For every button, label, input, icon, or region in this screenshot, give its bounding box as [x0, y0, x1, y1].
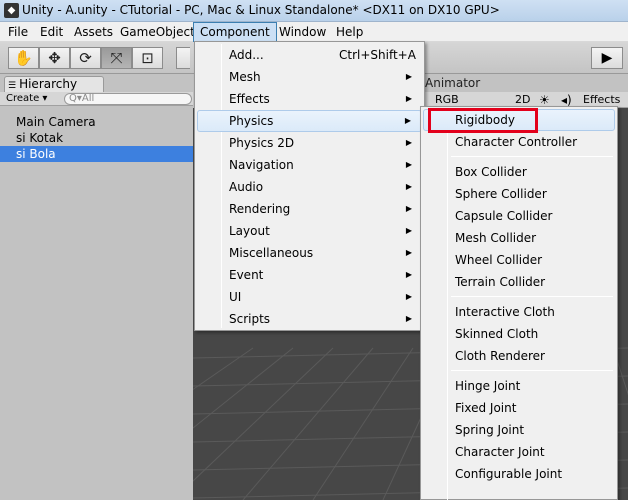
menu-item-sphere-collider[interactable]: Sphere Collider — [423, 183, 615, 205]
grid-line — [242, 347, 374, 500]
menu-item-add[interactable]: Add... Ctrl+Shift+A — [197, 44, 422, 66]
grid-line — [193, 347, 294, 429]
physics-submenu: Rigidbody Character Controller Box Collide… — [420, 106, 618, 500]
rotate-icon: ⟳ — [79, 49, 92, 67]
chevron-right-icon: ▶ — [405, 248, 412, 257]
menu-item-ui[interactable]: UI ▶ — [197, 286, 422, 308]
unity-logo-icon: ◆ — [4, 3, 19, 18]
move-icon: ✥ — [48, 49, 61, 67]
list-icon: ☰ — [8, 81, 17, 91]
menu-item-character-controller[interactable]: Character Controller — [423, 131, 615, 153]
play-button[interactable]: ▶ — [591, 47, 623, 69]
chevron-right-icon: ▶ — [405, 160, 412, 169]
chevron-right-icon: ▶ — [404, 116, 411, 125]
menu-item-mesh-collider[interactable]: Mesh Collider — [423, 227, 615, 249]
tool-button-1[interactable]: ✋ — [8, 47, 39, 69]
menu-item-label: Rendering — [229, 202, 291, 216]
menu-item-skinned-cloth[interactable]: Skinned Cloth — [423, 323, 615, 345]
menu-item-capsule-collider[interactable]: Capsule Collider — [423, 205, 615, 227]
menu-item-label: Effects — [229, 92, 270, 106]
menu-item-audio[interactable]: Audio ▶ — [197, 176, 422, 198]
menu-item-label: Audio — [229, 180, 264, 194]
menu-separator — [451, 156, 613, 157]
menu-item-spring-joint[interactable]: Spring Joint — [423, 419, 615, 441]
chevron-right-icon: ▶ — [405, 270, 412, 279]
menu-item-label: UI — [229, 290, 242, 304]
menu-item-shortcut: Ctrl+Shift+A — [339, 48, 416, 62]
menu-item-label: Add... — [229, 48, 264, 62]
menu-item-label: Navigation — [229, 158, 294, 172]
tab-hierarchy-label: Hierarchy — [19, 77, 78, 91]
chevron-right-icon: ▶ — [405, 204, 412, 213]
menu-item-rendering[interactable]: Rendering ▶ — [197, 198, 422, 220]
menu-item-label: Layout — [229, 224, 270, 238]
menu-item-label: Mesh — [229, 70, 261, 84]
menu-item-miscellaneous[interactable]: Miscellaneous ▶ — [197, 242, 422, 264]
hierarchy-item[interactable]: si Bola — [0, 146, 193, 162]
menu-item-mesh[interactable]: Mesh ▶ — [197, 66, 422, 88]
menu-item-label: Physics — [229, 114, 274, 128]
rect-icon: ⊡ — [141, 49, 154, 67]
component-menu: Add... Ctrl+Shift+A Mesh ▶ Effects ▶ Physics ▶ P… — [194, 41, 425, 331]
menu-bar: File Edit Assets GameObject Component Window H… — [0, 22, 628, 42]
chevron-right-icon: ▶ — [405, 72, 412, 81]
menu-item-label: Event — [229, 268, 264, 282]
menu-item-physics[interactable]: Physics ▶ — [197, 110, 422, 132]
menu-item-cloth-renderer[interactable]: Cloth Renderer — [423, 345, 615, 367]
highlight-annotation — [428, 108, 538, 133]
tab-animator[interactable]: Animator — [425, 76, 480, 90]
chevron-right-icon: ▶ — [405, 226, 412, 235]
hierarchy-toolbar: Create ▾ Q▾All — [0, 92, 193, 106]
menu-item-fixed-joint[interactable]: Fixed Joint — [423, 397, 615, 419]
menu-item-configurable-joint[interactable]: Configurable Joint — [423, 463, 615, 485]
menu-assets[interactable]: Assets — [68, 22, 119, 42]
menu-file[interactable]: File — [2, 22, 34, 42]
toolbar-overflow-button[interactable] — [176, 47, 190, 69]
menu-item-scripts[interactable]: Scripts ▶ — [197, 308, 422, 330]
menu-item-navigation[interactable]: Navigation ▶ — [197, 154, 422, 176]
hand-icon: ✋ — [14, 49, 33, 67]
chevron-right-icon: ▶ — [405, 138, 412, 147]
tool-button-4[interactable]: ⤧ — [101, 47, 132, 69]
menu-item-event[interactable]: Event ▶ — [197, 264, 422, 286]
menu-item-layout[interactable]: Layout ▶ — [197, 220, 422, 242]
scale-icon: ⤧ — [110, 49, 123, 67]
grid-line — [312, 347, 414, 500]
menu-edit[interactable]: Edit — [34, 22, 69, 42]
menu-separator — [451, 370, 613, 371]
chevron-right-icon: ▶ — [405, 292, 412, 301]
menu-item-effects[interactable]: Effects ▶ — [197, 88, 422, 110]
grid-line — [193, 347, 254, 391]
menu-item-terrain-collider[interactable]: Terrain Collider — [423, 271, 615, 293]
menu-item-label: Scripts — [229, 312, 271, 326]
menu-help[interactable]: Help — [330, 22, 369, 42]
tab-hierarchy[interactable]: ☰ Hierarchy — [4, 76, 104, 92]
menu-component[interactable]: Component — [193, 22, 277, 42]
menu-item-box-collider[interactable]: Box Collider — [423, 161, 615, 183]
menu-item-label: Physics 2D — [229, 136, 295, 150]
tool-button-5[interactable]: ⊡ — [132, 47, 163, 69]
window-title: Unity - A.unity - CTutorial - PC, Mac & … — [22, 3, 500, 17]
menu-item-physics-2d[interactable]: Physics 2D ▶ — [197, 132, 422, 154]
menu-gameobject[interactable]: GameObject — [114, 22, 201, 42]
hierarchy-panel: ☰ Hierarchy Create ▾ Q▾All Main Camera si … — [0, 74, 193, 500]
chevron-right-icon: ▶ — [405, 94, 412, 103]
menu-item-interactive-cloth[interactable]: Interactive Cloth — [423, 301, 615, 323]
hierarchy-item[interactable]: Main Camera — [0, 114, 193, 130]
menu-item-character-joint[interactable]: Character Joint — [423, 441, 615, 463]
chevron-right-icon: ▶ — [405, 314, 412, 323]
create-button[interactable]: Create ▾ — [6, 93, 47, 105]
menu-window[interactable]: Window — [273, 22, 332, 42]
tool-button-3[interactable]: ⟳ — [70, 47, 101, 69]
menu-separator — [451, 296, 613, 297]
menu-item-hinge-joint[interactable]: Hinge Joint — [423, 375, 615, 397]
hierarchy-item[interactable]: si Kotak — [0, 130, 193, 146]
tool-button-2[interactable]: ✥ — [39, 47, 70, 69]
menu-item-wheel-collider[interactable]: Wheel Collider — [423, 249, 615, 271]
hierarchy-search-input[interactable]: Q▾All — [64, 93, 192, 105]
menu-item-label: Miscellaneous — [229, 246, 314, 260]
title-bar: ◆ Unity - A.unity - CTutorial - PC, Mac … — [0, 0, 628, 22]
chevron-right-icon: ▶ — [405, 182, 412, 191]
